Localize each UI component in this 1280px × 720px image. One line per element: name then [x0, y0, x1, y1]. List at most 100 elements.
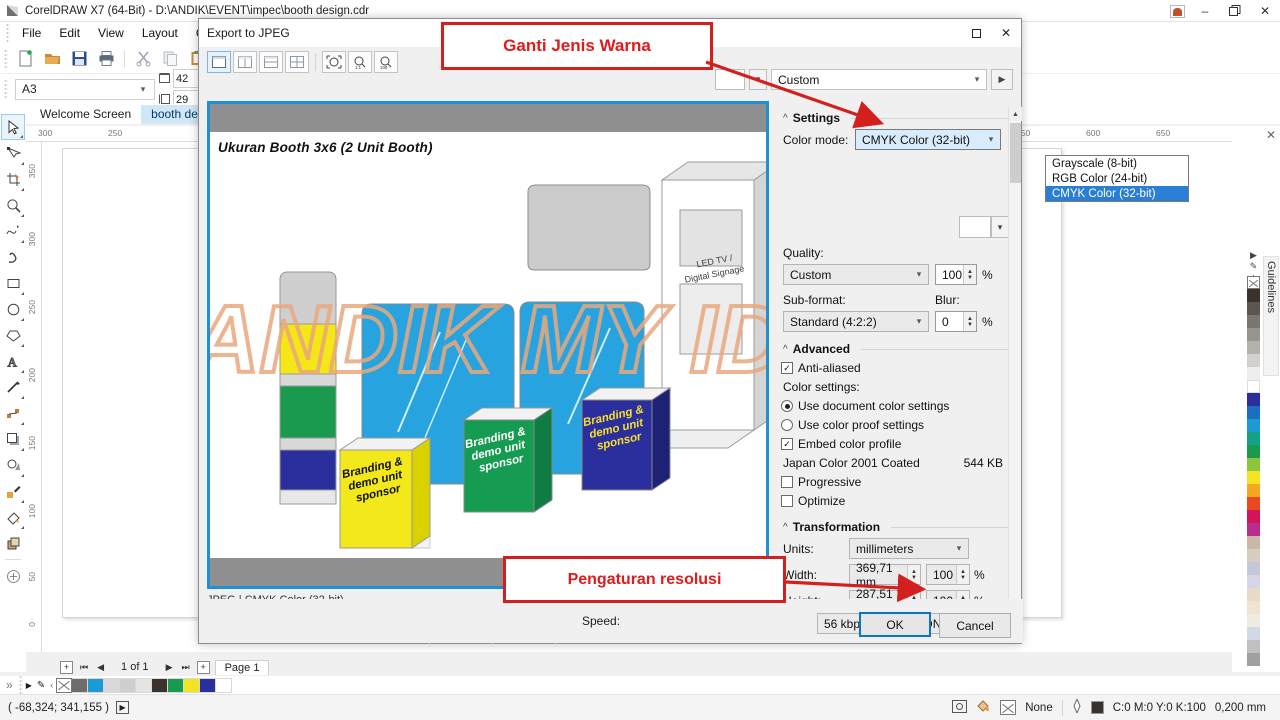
cancel-button[interactable]: Cancel: [939, 613, 1011, 638]
page-size-select[interactable]: A3 ▾: [15, 78, 155, 100]
quality-select[interactable]: Custom ▾: [783, 264, 929, 285]
preset-color-swatch[interactable]: [715, 69, 745, 90]
tool-pick[interactable]: [1, 114, 25, 140]
matte-color-swatch[interactable]: [959, 216, 991, 238]
tool-mesh-fill[interactable]: [1, 530, 25, 556]
color-swatch[interactable]: [136, 677, 153, 693]
add-page-icon[interactable]: +: [196, 660, 210, 674]
save-icon[interactable]: [66, 46, 92, 72]
palette-swatch[interactable]: [1247, 289, 1260, 302]
blur-spinner[interactable]: ▲ ▼: [963, 312, 976, 331]
zoom-1-1-icon[interactable]: 1:1: [348, 51, 372, 73]
palette-swatch[interactable]: [1247, 341, 1260, 354]
add-page-icon[interactable]: +: [60, 660, 73, 674]
outline-pen-icon[interactable]: [1072, 697, 1082, 716]
first-page-button[interactable]: ⏮: [78, 662, 90, 673]
palette-swatch[interactable]: [1247, 419, 1260, 432]
palette-swatch[interactable]: [1247, 445, 1260, 458]
palette-swatch[interactable]: [1247, 484, 1260, 497]
color-swatch[interactable]: [152, 677, 169, 693]
width-spinner[interactable]: ▲ ▼: [907, 565, 920, 584]
tool-quick-customize[interactable]: [1, 563, 25, 589]
color-swatch[interactable]: [104, 677, 121, 693]
palette-swatch[interactable]: [1247, 497, 1260, 510]
dialog-maximize-button[interactable]: [961, 19, 991, 47]
guidelines-docker-tab[interactable]: Guidelines: [1263, 256, 1279, 376]
scroll-up-button[interactable]: ▲: [1009, 107, 1022, 121]
tool-crop[interactable]: [1, 166, 25, 192]
tool-color-eyedropper[interactable]: [1, 478, 25, 504]
cut-icon[interactable]: [130, 46, 156, 72]
new-document-icon[interactable]: [12, 46, 38, 72]
color-swatch[interactable]: [72, 677, 89, 693]
tool-ellipse[interactable]: [1, 296, 25, 322]
optimize-checkbox[interactable]: Optimize: [781, 494, 1013, 508]
outline-color-swatch[interactable]: [1090, 701, 1104, 714]
width-percent-spinner[interactable]: ▲ ▼: [956, 565, 969, 584]
width-percent-input[interactable]: 100 ▲ ▼: [926, 564, 970, 585]
option-cmyk-color[interactable]: CMYK Color (32-bit): [1046, 186, 1188, 201]
minimize-button[interactable]: –: [1190, 0, 1220, 22]
tool-dimension[interactable]: [1, 374, 25, 400]
palette-swatch[interactable]: [1247, 458, 1260, 471]
tool-interactive-fill[interactable]: [1, 504, 25, 530]
color-swatch[interactable]: [120, 677, 137, 693]
page-tab-1[interactable]: Page 1: [214, 659, 270, 675]
option-grayscale[interactable]: Grayscale (8-bit): [1046, 156, 1188, 171]
close-icon[interactable]: ✕: [1266, 128, 1276, 142]
print-icon[interactable]: [93, 46, 119, 72]
none-swatch[interactable]: [56, 677, 73, 693]
menu-view[interactable]: View: [89, 24, 133, 42]
palette-swatch[interactable]: [1247, 549, 1260, 562]
option-rgb-color[interactable]: RGB Color (24-bit): [1046, 171, 1188, 186]
tool-freehand[interactable]: [1, 218, 25, 244]
zoom-100-icon[interactable]: 100: [374, 51, 398, 73]
settings-scrollbar[interactable]: ▲ ▼: [1008, 107, 1022, 629]
palette-swatch[interactable]: [1247, 380, 1260, 393]
use-color-proof-settings-radio[interactable]: Use color proof settings: [781, 418, 1013, 432]
palette-swatch[interactable]: [1247, 536, 1260, 549]
tool-rectangle[interactable]: [1, 270, 25, 296]
color-swatch[interactable]: [168, 677, 185, 693]
ok-button[interactable]: OK: [859, 612, 931, 637]
tab-welcome-screen[interactable]: Welcome Screen: [30, 105, 141, 124]
color-swatch[interactable]: [184, 677, 201, 693]
snapshot-icon[interactable]: [952, 699, 968, 716]
color-mode-select[interactable]: CMYK Color (32-bit) ▾: [855, 129, 1001, 150]
palette-swatch[interactable]: [1247, 315, 1260, 328]
palette-swatch[interactable]: [1247, 367, 1260, 380]
palette-swatch[interactable]: [1247, 471, 1260, 484]
palette-swatch[interactable]: [1247, 601, 1260, 614]
last-page-button[interactable]: ⏭: [179, 662, 191, 673]
dialog-close-button[interactable]: ✕: [991, 19, 1021, 47]
restore-icon[interactable]: [1220, 0, 1250, 22]
tool-zoom[interactable]: [1, 192, 25, 218]
palette-swatch[interactable]: [1247, 640, 1260, 653]
palette-arrow-icon[interactable]: ▶: [26, 681, 32, 690]
open-folder-icon[interactable]: [39, 46, 65, 72]
blur-input[interactable]: 0 ▲ ▼: [935, 311, 977, 332]
palette-swatch[interactable]: [1247, 614, 1260, 627]
color-palette[interactable]: [1247, 276, 1260, 666]
account-icon[interactable]: [1164, 0, 1190, 22]
transformation-section-header[interactable]: ^ Transformation: [783, 520, 1013, 534]
palette-swatch[interactable]: [1247, 575, 1260, 588]
tool-connector[interactable]: [1, 400, 25, 426]
zoom-fit-icon[interactable]: [322, 51, 346, 73]
tool-transparency[interactable]: [1, 452, 25, 478]
vertical-ruler[interactable]: 350 300 250 200 150 100 50 0: [26, 142, 42, 652]
scroll-thumb[interactable]: [1010, 123, 1021, 183]
menu-layout[interactable]: Layout: [133, 24, 187, 42]
fill-none-swatch[interactable]: [1000, 700, 1017, 715]
eyedropper-icon[interactable]: ✎: [37, 680, 45, 691]
preset-select[interactable]: Custom ▾: [771, 69, 987, 90]
palette-swatch[interactable]: [1247, 627, 1260, 640]
palette-swatch[interactable]: [1247, 510, 1260, 523]
advanced-section-header[interactable]: ^ Advanced: [783, 342, 1013, 356]
palette-swatch[interactable]: [1247, 523, 1260, 536]
color-swatch[interactable]: [88, 677, 105, 693]
quality-value-input[interactable]: 100 ▲ ▼: [935, 264, 977, 285]
two-horizontal-pane-icon[interactable]: [259, 51, 283, 73]
tool-drop-shadow[interactable]: [1, 426, 25, 452]
settings-section-header[interactable]: ^ Settings: [783, 111, 1013, 125]
